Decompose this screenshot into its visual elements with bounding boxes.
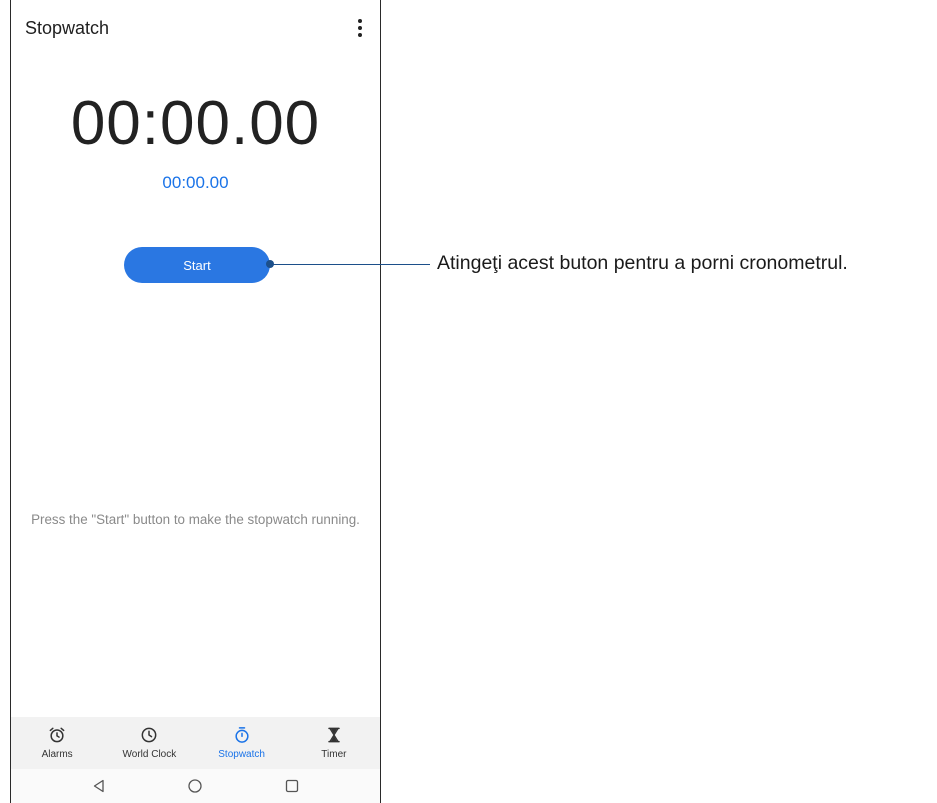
more-options-button[interactable] [348,14,372,42]
nav-label-world-clock: World Clock [122,749,177,760]
nav-item-alarms[interactable]: Alarms [11,717,103,769]
nav-label-timer: Timer [321,749,347,760]
system-recents-button[interactable] [282,776,302,796]
nav-item-timer[interactable]: Timer [288,717,380,769]
nav-label-alarms: Alarms [41,749,73,760]
start-button[interactable]: Start [124,247,270,283]
nav-item-stopwatch[interactable]: Stopwatch [196,717,288,769]
system-home-button[interactable] [185,776,205,796]
more-vert-dot [358,33,362,37]
home-circle-icon [188,779,203,793]
clock-icon [141,727,157,743]
nav-label-stopwatch: Stopwatch [218,749,265,760]
bottom-nav: Alarms World Clock Stopwatch Timer [11,717,380,769]
page: Stopwatch 00:00.00 00:00.00 Start Press … [0,0,937,803]
phone-screen: Stopwatch 00:00.00 00:00.00 Start Press … [10,0,381,803]
system-nav-bar [11,769,380,803]
hint-text: Press the "Start" button to make the sto… [31,512,360,527]
callout-text: Atingeţi acest buton pentru a porni cron… [437,252,848,274]
stopwatch-icon [235,727,249,743]
stopwatch-lap-time: 00:00.00 [162,173,229,192]
recents-square-icon [285,779,298,793]
app-title: Stopwatch [25,18,110,38]
app-bar: Stopwatch [11,0,380,58]
hourglass-icon [328,727,340,743]
system-back-button[interactable] [89,776,109,796]
nav-item-world-clock[interactable]: World Clock [103,717,195,769]
back-triangle-icon [94,779,104,793]
callout-line [270,264,430,265]
stopwatch-main-time: 00:00.00 [70,89,321,158]
more-vert-icon [358,19,362,23]
more-vert-dot [358,26,362,30]
alarm-icon [49,727,65,743]
callout-dot [266,260,274,268]
